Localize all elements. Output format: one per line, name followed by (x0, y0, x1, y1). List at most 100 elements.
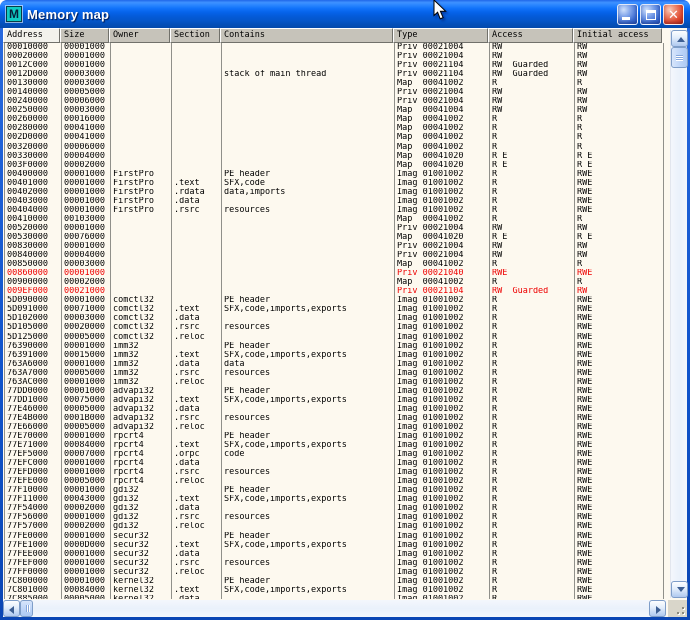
table-row[interactable]: 003F000000002000Map 00041020R ER E (5, 161, 668, 170)
maximize-icon (646, 10, 656, 20)
cell-section (172, 278, 222, 287)
table-row[interactable]: 5D10500000020000comctl32.rsrcresourcesIm… (5, 323, 668, 332)
table-row[interactable]: 7639000000001000imm32PE headerImag 01001… (5, 342, 668, 351)
cell-initial: RWE (575, 459, 664, 468)
col-header-access[interactable]: Access (488, 28, 573, 43)
table-row[interactable]: 0033000000004000Map 00041020R ER E (5, 152, 668, 161)
table-row[interactable]: 7C80000000001000kernel32PE headerImag 01… (5, 577, 668, 586)
table-row[interactable]: 0086000000001000Priv 00021040RWERWE (5, 269, 668, 278)
table-row[interactable]: 0014000000005000Priv 00021004RWRW (5, 88, 668, 97)
table-row[interactable]: 0040200000001000FirstPro.rdatadata,impor… (5, 188, 668, 197)
table-row[interactable]: 77EFC00000001000rpcrt4.dataImag 01001002… (5, 459, 668, 468)
table-row[interactable]: 7C80100000084000kernel32.textSFX,code,im… (5, 586, 668, 595)
table-row[interactable]: 0053000000076000Map 00041020R ER E (5, 233, 668, 242)
scroll-down-button[interactable] (671, 581, 688, 598)
table-row[interactable]: 763A600000001000imm32.datadataImag 01001… (5, 360, 668, 369)
col-header-address[interactable]: Address (3, 28, 60, 43)
table-row[interactable]: 77FF000000001000secur32.relocImag 010010… (5, 568, 668, 577)
vertical-scrollbar[interactable] (670, 30, 687, 598)
table-row[interactable]: 77E7100000084000rpcrt4.textSFX,code,impo… (5, 441, 668, 450)
table-row[interactable]: 002D000000041000Map 00041002RR (5, 133, 668, 142)
scroll-up-button[interactable] (671, 30, 688, 47)
resize-grip[interactable] (668, 600, 687, 617)
table-row[interactable]: 0083000000001000Priv 00021004RWRW (5, 242, 668, 251)
table-row[interactable]: 5D09000000001000comctl32PE headerImag 01… (5, 296, 668, 305)
table-row[interactable]: 77F5600000001000gdi32.rsrcresourcesImag … (5, 513, 668, 522)
cell-type: Imag 01001002 (395, 188, 490, 197)
table-row[interactable]: 0028000000041000Map 00041002RR (5, 124, 668, 133)
cell-type: Imag 01001002 (395, 432, 490, 441)
table-row[interactable]: 0040300000001000FirstPro.dataImag 010010… (5, 197, 668, 206)
table-row[interactable]: 0002000000001000Priv 00021004RWRW (5, 52, 668, 61)
table-row[interactable]: 0001000000001000Priv 00021004RWRW (5, 43, 668, 52)
table-row[interactable]: 77EFE00000005000rpcrt4.relocImag 0100100… (5, 477, 668, 486)
cell-type: Map 00041002 (395, 260, 490, 269)
scroll-right-button[interactable] (649, 600, 666, 617)
table-row[interactable]: 0013000000003000Map 00041002RR (5, 79, 668, 88)
horizontal-scroll-thumb[interactable] (20, 600, 33, 617)
cell-access: R (490, 559, 575, 568)
cell-access: RW (490, 224, 575, 233)
table-row[interactable]: 763AC00000001000imm32.relocImag 01001002… (5, 378, 668, 387)
table-row[interactable]: 5D10200000003000comctl32.dataImag 010010… (5, 314, 668, 323)
table-row[interactable]: 77DD100000075000advapi32.textSFX,code,im… (5, 396, 668, 405)
cell-owner: advapi32 (111, 396, 172, 405)
table-row[interactable]: 0040000000001000FirstProPE headerImag 01… (5, 170, 668, 179)
col-header-initial-access[interactable]: Initial access (573, 28, 662, 43)
col-header-contains[interactable]: Contains (220, 28, 393, 43)
table-row[interactable]: 77EFD00000001000rpcrt4.rsrcresourcesImag… (5, 468, 668, 477)
table-row[interactable]: 77DD000000001000advapi32PE headerImag 01… (5, 387, 668, 396)
titlebar[interactable]: M Memory map ✕ (0, 0, 690, 28)
cell-access: R (490, 522, 575, 531)
cell-size: 00020000 (62, 323, 111, 332)
table-row[interactable]: 0012D00000003000stack of main threadPriv… (5, 70, 668, 79)
col-header-size[interactable]: Size (60, 28, 109, 43)
table-row[interactable]: 77EF500000007000rpcrt4.orpccodeImag 0100… (5, 450, 668, 459)
col-header-type[interactable]: Type (393, 28, 488, 43)
table-row[interactable]: 77FE10000000D000secur32.textSFX,code,imp… (5, 541, 668, 550)
cell-section: .rsrc (172, 369, 222, 378)
scroll-left-button[interactable] (3, 600, 20, 617)
minimize-button[interactable] (617, 4, 638, 25)
mouse-cursor (433, 0, 449, 22)
table-row[interactable]: 77E7000000001000rpcrt4PE headerImag 0100… (5, 432, 668, 441)
table-row[interactable]: 77FEE00000001000secur32.dataImag 0100100… (5, 550, 668, 559)
table-row[interactable]: 0032000000006000Map 00041002RR (5, 143, 668, 152)
cell-initial: RWE (575, 414, 664, 423)
table-row[interactable]: 77FE000000001000secur32PE headerImag 010… (5, 532, 668, 541)
table-row[interactable]: 77F1000000001000gdi32PE headerImag 01001… (5, 486, 668, 495)
horizontal-scrollbar[interactable] (3, 600, 666, 617)
table-row[interactable]: 009EF00000021000Priv 00021104RW GuardedR… (5, 287, 668, 296)
table-row[interactable]: 0041000000103000Map 00041002RR (5, 215, 668, 224)
col-header-section[interactable]: Section (170, 28, 220, 43)
table-row[interactable]: 77F5400000002000gdi32.dataImag 01001002R… (5, 504, 668, 513)
table-row[interactable]: 0040400000001000FirstPro.rsrcresourcesIm… (5, 206, 668, 215)
cell-type: Imag 01001002 (395, 378, 490, 387)
close-button[interactable]: ✕ (663, 4, 684, 25)
table-row[interactable]: 7C88500000005000kernel32.dataImag 010010… (5, 595, 668, 599)
table-row[interactable]: 0024000000006000Priv 00021004RWRW (5, 97, 668, 106)
cell-size: 00001000 (62, 43, 111, 52)
vertical-scroll-thumb[interactable] (671, 47, 688, 68)
table-row[interactable]: 0025000000003000Map 00041004RWRW (5, 106, 668, 115)
table-row[interactable]: 77E4600000005000advapi32.dataImag 010010… (5, 405, 668, 414)
table-row[interactable]: 0085000000003000Map 00041002RR (5, 260, 668, 269)
col-header-owner[interactable]: Owner (109, 28, 170, 43)
maximize-button[interactable] (640, 4, 661, 25)
table-row[interactable]: 77F5700000002000gdi32.relocImag 01001002… (5, 522, 668, 531)
table-row[interactable]: 5D09100000071000comctl32.textSFX,code,im… (5, 305, 668, 314)
table-row[interactable]: 0026000000016000Map 00041002RR (5, 115, 668, 124)
table-row[interactable]: 0012C00000001000Priv 00021104RW GuardedR… (5, 61, 668, 70)
table-row[interactable]: 77E6600000005000advapi32.relocImag 01001… (5, 423, 668, 432)
table-row[interactable]: 0090000000002000Map 00041002RR (5, 278, 668, 287)
table-row[interactable]: 77FEF00000001000secur32.rsrcresourcesIma… (5, 559, 668, 568)
table-row[interactable]: 0040100000001000FirstPro.textSFX,codeIma… (5, 179, 668, 188)
table-row[interactable]: 0052000000001000Priv 00021004RWRW (5, 224, 668, 233)
table-row[interactable]: 77F1100000043000gdi32.textSFX,code,impor… (5, 495, 668, 504)
table-row[interactable]: 5D12500000005000comctl32.relocImag 01001… (5, 333, 668, 342)
table-row[interactable]: 77E4B0000001B000advapi32.rsrcresourcesIm… (5, 414, 668, 423)
cell-access: R (490, 495, 575, 504)
table-row[interactable]: 7639100000015000imm32.textSFX,code,impor… (5, 351, 668, 360)
table-row[interactable]: 763A700000005000imm32.rsrcresourcesImag … (5, 369, 668, 378)
table-row[interactable]: 0084000000004000Priv 00021004RWRW (5, 251, 668, 260)
